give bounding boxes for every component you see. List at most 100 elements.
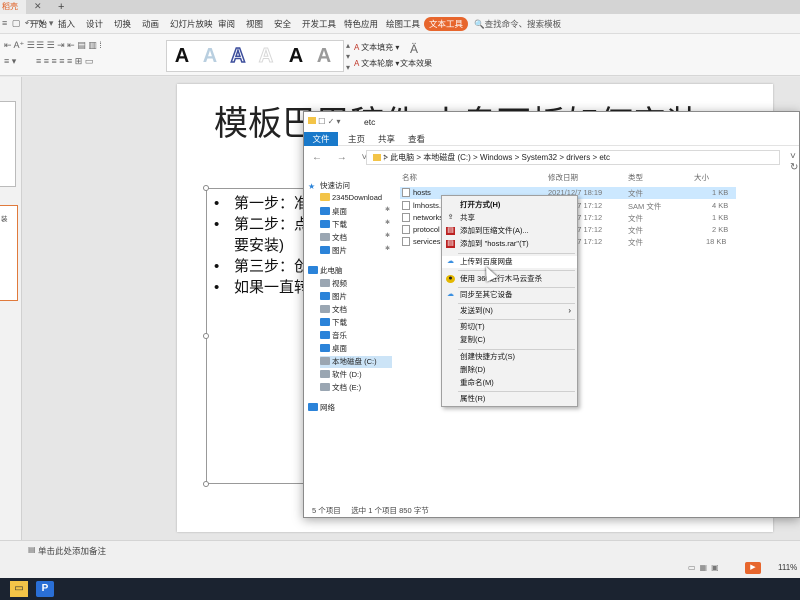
star-icon: ★ (308, 182, 316, 191)
file-explorer-taskbar-icon[interactable]: ▭ (10, 581, 28, 597)
menu-add-to-archive[interactable]: ▤ 添加到压缩文件(A)... (442, 225, 577, 237)
wordart-style-6[interactable]: A (313, 43, 335, 69)
nav-downloads-pc[interactable]: 下载 (320, 317, 392, 329)
paragraph-icon[interactable]: ≡ ▾ (4, 56, 16, 67)
nav-network[interactable]: 网络 (308, 402, 392, 414)
new-tab-button[interactable]: + (58, 0, 64, 14)
indent-icon[interactable]: ⇤ A⁺ ☰ (4, 40, 35, 51)
breadcrumb-windows[interactable]: Windows (480, 153, 512, 162)
menu-item-insert[interactable]: 插入 (58, 18, 75, 30)
nav-documents-pc[interactable]: 文档 (320, 304, 392, 316)
text-effect-icon[interactable]: Ä (410, 42, 418, 56)
menu-sync-devices[interactable]: ☁ 同步至其它设备 (442, 289, 577, 301)
menu-item-design[interactable]: 设计 (86, 18, 103, 30)
menu-open-with[interactable]: 打开方式(H) (442, 199, 577, 211)
zoom-level[interactable]: 111% (778, 563, 797, 572)
tab-home[interactable]: 主页 (340, 132, 373, 146)
menu-properties[interactable]: 属性(R) (442, 393, 577, 405)
gallery-scroll-icon[interactable]: ▴ ▾ ▾ (346, 40, 350, 73)
bullet-item: 如果一直转 (214, 277, 309, 298)
menu-item-home[interactable]: 开始 (30, 18, 47, 30)
dropdown-refresh-icon[interactable]: ˅ ↻ (790, 151, 799, 173)
menu-item-drawing[interactable]: 绘图工具 (386, 18, 420, 30)
nav-videos[interactable]: 视频 (320, 278, 392, 290)
menu-item-features[interactable]: 特色应用 (344, 18, 378, 30)
align-icons[interactable]: ≡ ≡ ≡ ≡ ≡ ⊞ ▭ (36, 56, 93, 67)
nav-this-pc[interactable]: 此电脑 (308, 265, 392, 277)
column-date[interactable]: 修改日期 (548, 172, 578, 183)
menu-upload-baidu[interactable]: ☁ 上传到百度网盘 (442, 256, 577, 268)
nav-pictures[interactable]: 图片 ✱ (320, 245, 392, 257)
nav-documents[interactable]: 文档 ✱ (320, 232, 392, 244)
wordart-style-3[interactable]: A (227, 43, 249, 69)
explorer-ribbon-tabs: 文件 主页 共享 查看 (304, 132, 799, 146)
presentation-taskbar-icon[interactable]: P (36, 581, 54, 597)
wordart-style-4[interactable]: A (255, 43, 277, 69)
tab-view[interactable]: 查看 (400, 132, 433, 146)
wordart-gallery[interactable]: A A A A A A (166, 40, 344, 72)
nav-2345download[interactable]: 2345Download (320, 193, 392, 205)
menu-create-shortcut[interactable]: 创建快捷方式(S) (442, 351, 577, 363)
menu-rename[interactable]: 重命名(M) (442, 377, 577, 389)
nav-pictures-pc[interactable]: 图片 (320, 291, 392, 303)
nav-local-disk-c[interactable]: 本地磁盘 (C:) (320, 356, 392, 368)
resize-handle[interactable] (203, 481, 209, 487)
wordart-style-1[interactable]: A (171, 43, 193, 69)
play-slideshow-button[interactable]: ▶ (745, 562, 761, 574)
text-fill-button[interactable]: A 文本填充 ▾ (354, 42, 399, 53)
nav-downloads[interactable]: 下载 ✱ (320, 219, 392, 231)
nav-drive-d[interactable]: 软件 (D:) (320, 369, 392, 381)
nav-drive-e[interactable]: 文档 (E:) (320, 382, 392, 394)
menu-add-to-hosts-rar[interactable]: ▤ 添加到 "hosts.rar"(T) (442, 238, 577, 250)
breadcrumb-this-pc[interactable]: 此电脑 (390, 153, 414, 162)
notes-bar: ▤ 单击此处添加备注 (0, 540, 800, 560)
menu-item-animation[interactable]: 动画 (142, 18, 159, 30)
nav-desktop[interactable]: 桌面 ✱ (320, 206, 392, 218)
notes-placeholder[interactable]: 单击此处添加备注 (38, 545, 106, 557)
menu-share[interactable]: ⇪ 共享 (442, 212, 577, 224)
tab-file[interactable]: 文件 (304, 132, 338, 146)
slide-thumbnail-selected[interactable]: 装 (0, 205, 18, 301)
app-tab[interactable]: 稻壳 (0, 0, 26, 14)
menu-copy[interactable]: 复制(C) (442, 334, 577, 346)
address-bar[interactable]: > 此电脑 > 本地磁盘 (C:) > Windows > System32 >… (366, 150, 780, 165)
nav-quick-access[interactable]: ★ 快速访问 (308, 180, 392, 192)
list-bullets-icon[interactable]: ☰ ☰ ⇥ ⇤ ▤ ▥ ⁞ (36, 40, 102, 51)
column-type[interactable]: 类型 (628, 172, 643, 183)
command-search[interactable]: 🔍查找命令、搜索模板 (474, 18, 561, 30)
menu-360-scan[interactable]: ● 使用 360进行木马云查杀 (442, 273, 577, 285)
slide-thumbnail[interactable] (0, 101, 16, 187)
menu-send-to[interactable]: 发送到(N) › (442, 305, 577, 317)
text-outline-button[interactable]: A 文本轮廓 ▾ (354, 58, 399, 69)
menu-delete[interactable]: 删除(D) (442, 364, 577, 376)
nav-desktop-pc[interactable]: 桌面 (320, 343, 392, 355)
breadcrumb-system32[interactable]: System32 (522, 153, 558, 162)
menu-item-security[interactable]: 安全 (274, 18, 291, 30)
breadcrumb-drivers[interactable]: drivers (566, 153, 590, 162)
resize-handle[interactable] (203, 333, 209, 339)
wordart-style-2[interactable]: A (199, 43, 221, 69)
menu-item-developer[interactable]: 开发工具 (302, 18, 336, 30)
view-mode-icons[interactable]: ▭▦▣ (688, 563, 723, 572)
menu-item-text-tools[interactable]: 文本工具 (424, 17, 469, 31)
folder-icon (308, 117, 316, 124)
slide-bullets[interactable]: 第一步：准 第二步：点 要安装) 第三步：创 如果一直转 (214, 193, 309, 298)
menu-item-slideshow[interactable]: 幻灯片放映 (170, 18, 213, 30)
menu-item-view[interactable]: 视图 (246, 18, 263, 30)
file-icon (402, 237, 410, 246)
text-effect-button[interactable]: 文本效果 (400, 58, 432, 69)
menu-cut[interactable]: 剪切(T) (442, 321, 577, 333)
wordart-style-5[interactable]: A (285, 43, 307, 69)
breadcrumb-etc[interactable]: etc (599, 153, 610, 162)
tab-share[interactable]: 共享 (370, 132, 403, 146)
resize-handle[interactable] (203, 185, 209, 191)
column-size[interactable]: 大小 (694, 172, 709, 183)
column-name[interactable]: 名称 (402, 172, 417, 183)
menu-item-transition[interactable]: 切换 (114, 18, 131, 30)
quick-access-toolbar[interactable]: ☐ ✓ ▾ (308, 117, 341, 126)
network-icon (308, 403, 318, 411)
nav-music[interactable]: 音乐 (320, 330, 392, 342)
breadcrumb-c-drive[interactable]: 本地磁盘 (C:) (423, 153, 471, 162)
menu-item-review[interactable]: 审阅 (218, 18, 235, 30)
close-icon[interactable]: ✕ (34, 1, 42, 12)
